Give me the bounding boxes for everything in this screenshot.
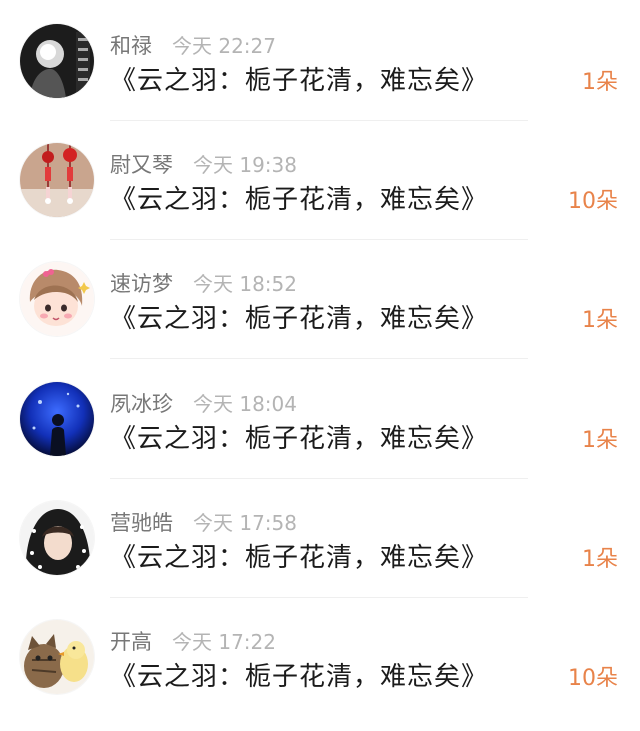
timestamp: 今天 18:52 [193, 272, 297, 296]
timestamp: 今天 17:58 [193, 511, 297, 535]
list-item[interactable]: 和禄 今天 22:27 《云之羽：栀子花清，难忘矣》 1朵 [0, 2, 640, 121]
gift-count: 1朵 [582, 428, 618, 453]
timestamp: 今天 17:22 [172, 630, 276, 654]
list-item[interactable]: 尉又琴 今天 19:38 《云之羽：栀子花清，难忘矣》 10朵 [0, 121, 640, 240]
user-avatar-lanterns-icon[interactable] [20, 143, 94, 217]
article-title[interactable]: 《云之羽：栀子花清，难忘矣》 [110, 418, 488, 455]
user-avatar-hooded-person-icon[interactable] [20, 501, 94, 575]
user-name[interactable]: 夙冰珍 [110, 388, 173, 418]
record-meta: 和禄 今天 22:27 [110, 30, 276, 58]
record-meta: 尉又琴 今天 19:38 [110, 149, 297, 177]
user-name[interactable]: 开高 [110, 626, 152, 656]
user-avatar-dark-icon[interactable] [20, 24, 94, 98]
user-avatar-cat-duck-icon[interactable] [20, 620, 94, 694]
article-title[interactable]: 《云之羽：栀子花清，难忘矣》 [110, 656, 488, 693]
user-name[interactable]: 尉又琴 [110, 149, 173, 179]
user-avatar-blue-silhouette-icon[interactable] [20, 382, 94, 456]
gift-count: 10朵 [568, 189, 618, 214]
record-meta: 夙冰珍 今天 18:04 [110, 388, 297, 416]
user-name[interactable]: 速访梦 [110, 268, 173, 298]
divider [110, 358, 528, 359]
article-title[interactable]: 《云之羽：栀子花清，难忘矣》 [110, 537, 488, 574]
record-meta: 营驰皓 今天 17:58 [110, 507, 297, 535]
user-avatar-cartoon-girl-icon[interactable] [20, 262, 94, 336]
article-title[interactable]: 《云之羽：栀子花清，难忘矣》 [110, 298, 488, 335]
user-name[interactable]: 和禄 [110, 30, 152, 60]
gift-record-list: 和禄 今天 22:27 《云之羽：栀子花清，难忘矣》 1朵 尉又琴 今天 19:… [0, 0, 640, 731]
gift-count: 1朵 [582, 547, 618, 572]
gift-count: 10朵 [568, 666, 618, 691]
list-item[interactable]: 营驰皓 今天 17:58 《云之羽：栀子花清，难忘矣》 1朵 [0, 479, 640, 598]
article-title[interactable]: 《云之羽：栀子花清，难忘矣》 [110, 60, 488, 97]
user-name[interactable]: 营驰皓 [110, 507, 173, 537]
gift-count: 1朵 [582, 308, 618, 333]
list-item[interactable]: 开高 今天 17:22 《云之羽：栀子花清，难忘矣》 10朵 [0, 598, 640, 717]
record-meta: 速访梦 今天 18:52 [110, 268, 297, 296]
timestamp: 今天 18:04 [193, 392, 297, 416]
record-meta: 开高 今天 17:22 [110, 626, 276, 654]
gift-count: 1朵 [582, 70, 618, 95]
list-item[interactable]: 夙冰珍 今天 18:04 《云之羽：栀子花清，难忘矣》 1朵 [0, 360, 640, 479]
timestamp: 今天 22:27 [172, 34, 276, 58]
list-item[interactable]: 速访梦 今天 18:52 《云之羽：栀子花清，难忘矣》 1朵 [0, 240, 640, 359]
timestamp: 今天 19:38 [193, 153, 297, 177]
article-title[interactable]: 《云之羽：栀子花清，难忘矣》 [110, 179, 488, 216]
